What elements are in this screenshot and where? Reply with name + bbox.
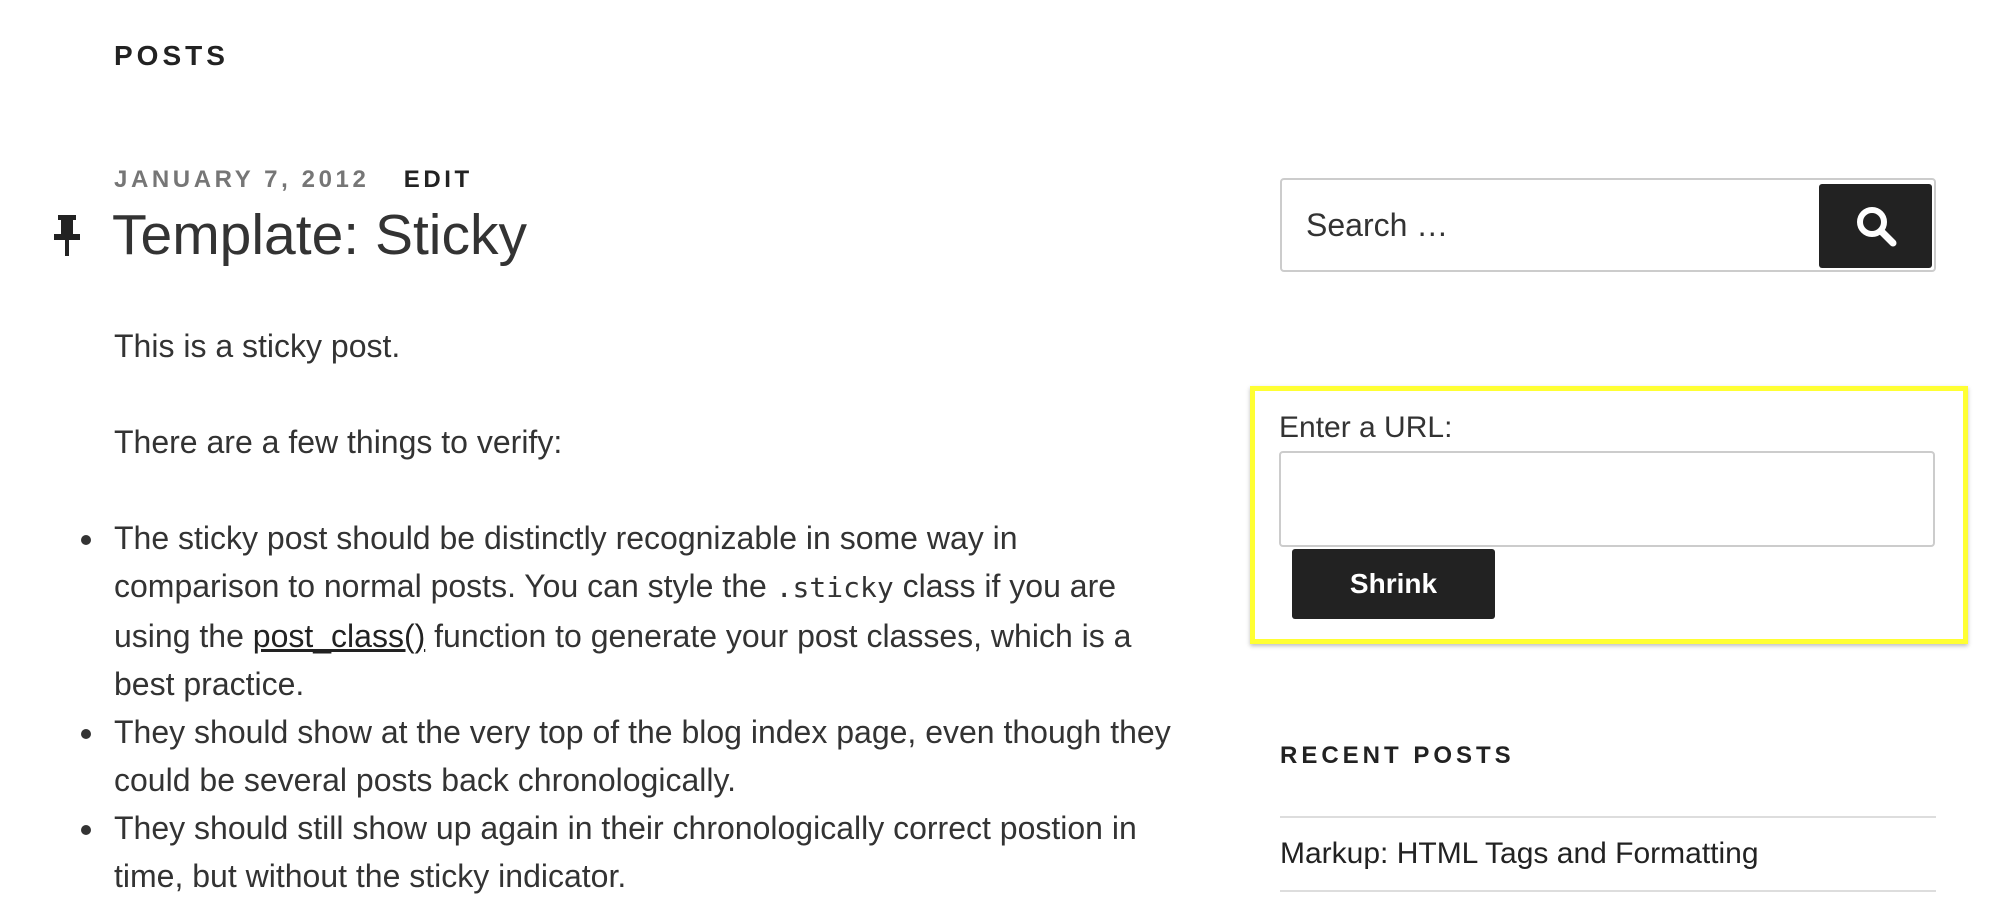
post-bullet-list: The sticky post should be distinctly rec… xyxy=(81,514,1174,900)
page-heading: POSTS xyxy=(114,40,229,71)
post-paragraph: This is a sticky post. xyxy=(114,328,401,364)
recent-posts-list: Markup: HTML Tags and Formatting xyxy=(1280,816,1936,892)
code-sticky: .sticky xyxy=(775,571,894,604)
list-item: They should still show up again in their… xyxy=(81,804,1174,900)
edit-link[interactable]: EDIT xyxy=(404,166,473,193)
post-title[interactable]: Template: Sticky xyxy=(112,202,527,268)
recent-post-link[interactable]: Markup: HTML Tags and Formatting xyxy=(1280,837,1759,871)
bullet-icon xyxy=(81,535,91,545)
search-icon xyxy=(1856,207,1896,247)
search-form xyxy=(1280,178,1936,272)
bullet-icon xyxy=(81,729,91,739)
url-label: Enter a URL: xyxy=(1279,411,1453,444)
post-paragraph: There are a few things to verify: xyxy=(114,424,563,460)
post-date[interactable]: JANUARY 7, 2012 xyxy=(114,166,369,193)
list-item-text: They should still show up again in their… xyxy=(114,810,1137,894)
url-input[interactable] xyxy=(1279,451,1935,547)
search-input[interactable] xyxy=(1282,180,1812,270)
list-item: Markup: HTML Tags and Formatting xyxy=(1280,818,1936,892)
recent-posts-title: RECENT POSTS xyxy=(1280,742,1515,769)
list-item-text: They should show at the very top of the … xyxy=(114,714,1171,798)
pushpin-icon xyxy=(54,215,80,256)
shrink-button[interactable]: Shrink xyxy=(1292,549,1495,619)
search-button[interactable] xyxy=(1819,184,1932,268)
post-class-link[interactable]: post_class() xyxy=(253,618,426,654)
post-content: This is a sticky post. There are a few t… xyxy=(81,322,1174,900)
post-meta: JANUARY 7, 2012 EDIT xyxy=(114,166,473,194)
url-shortener-widget: Enter a URL: Shrink xyxy=(1250,386,1968,644)
list-item: They should show at the very top of the … xyxy=(81,708,1174,804)
list-item: The sticky post should be distinctly rec… xyxy=(81,514,1174,708)
bullet-icon xyxy=(81,825,91,835)
